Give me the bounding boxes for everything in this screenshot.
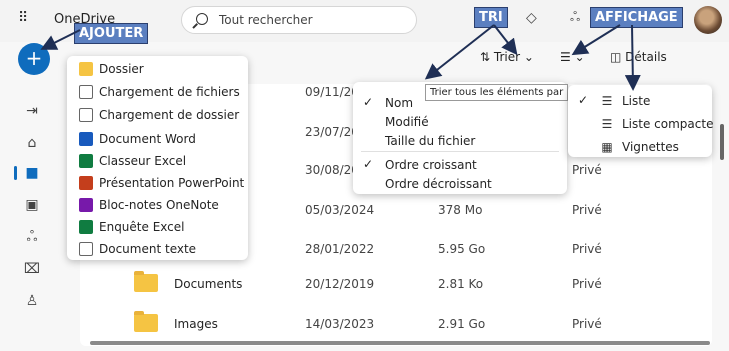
arrow-view-button xyxy=(571,24,621,56)
annotation-arrows xyxy=(40,24,641,91)
arrow-sort-button xyxy=(493,24,518,56)
arrow-sort-menu xyxy=(424,24,495,80)
arrow-view-menu xyxy=(624,24,641,91)
arrow-add xyxy=(40,29,81,50)
